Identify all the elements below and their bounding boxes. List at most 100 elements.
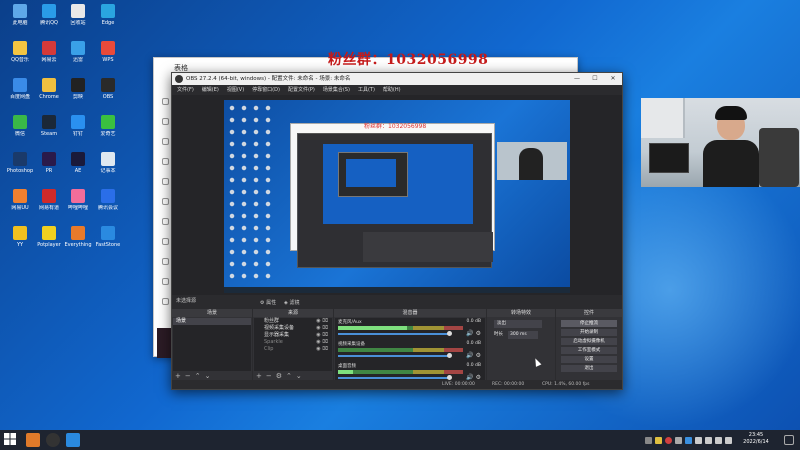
close-icon[interactable]: ✕ — [604, 73, 622, 85]
source-item[interactable]: Clip ◉ ⌧ — [254, 346, 332, 353]
desktop-shortcut[interactable]: 网易UU — [4, 189, 36, 221]
control-button[interactable]: 停止推流 — [561, 320, 617, 327]
side-tool-icon[interactable] — [162, 98, 169, 105]
tray-icon[interactable] — [675, 436, 682, 444]
tray-icon[interactable] — [685, 436, 692, 444]
desktop-shortcut[interactable]: 记事本 — [92, 152, 124, 184]
visibility-lock-icon[interactable]: ◉ ⌧ — [316, 332, 328, 339]
menu-item[interactable]: 配置文件(P) — [288, 85, 315, 95]
properties-button[interactable]: ⚙ 属性 — [260, 298, 276, 309]
notification-icon[interactable] — [784, 435, 794, 445]
tray-icon[interactable] — [695, 436, 702, 444]
volume-icon[interactable] — [715, 436, 722, 444]
desktop-shortcut[interactable]: Steam — [33, 115, 65, 147]
side-tool-icon[interactable] — [162, 278, 169, 285]
move-down-icon[interactable]: ⌄ — [296, 372, 306, 380]
desktop-shortcut[interactable]: Everything — [62, 226, 94, 258]
tray-icon[interactable] — [655, 436, 662, 444]
menu-item[interactable]: 场景集合(S) — [323, 85, 350, 95]
visibility-lock-icon[interactable]: ◉ ⌧ — [316, 325, 328, 332]
control-button[interactable]: 开始录制 — [561, 329, 617, 336]
move-up-icon[interactable]: ⌃ — [286, 372, 296, 380]
desktop-shortcut[interactable]: 百度网盘 — [4, 78, 36, 110]
desktop-shortcut[interactable]: 迅雷 — [62, 41, 94, 73]
menu-item[interactable]: 文件(F) — [177, 85, 194, 95]
visibility-lock-icon[interactable]: ◉ ⌧ — [316, 346, 328, 353]
move-down-icon[interactable]: ⌄ — [205, 372, 215, 380]
desktop-shortcut[interactable]: 腾讯QQ — [33, 4, 65, 36]
side-tool-icon[interactable] — [162, 118, 169, 125]
maximize-icon[interactable]: ☐ — [586, 73, 604, 85]
mute-settings-icon[interactable]: 🔊 ⚙ — [466, 352, 481, 359]
desktop-shortcut[interactable]: 钉钉 — [62, 115, 94, 147]
desktop-shortcut[interactable]: 微信 — [4, 115, 36, 147]
menu-item[interactable]: 视图(V) — [227, 85, 244, 95]
move-up-icon[interactable]: ⌃ — [195, 372, 205, 380]
desktop-shortcut[interactable]: 哔哩哔哩 — [62, 189, 94, 221]
source-item[interactable]: 粉丝群 ◉ ⌧ — [254, 318, 332, 325]
minimize-icon[interactable]: — — [568, 73, 586, 85]
source-settings-icon[interactable]: ⚙ — [276, 372, 286, 380]
network-icon[interactable] — [705, 436, 712, 444]
visibility-lock-icon[interactable]: ◉ ⌧ — [316, 318, 328, 325]
menu-item[interactable]: 工具(T) — [358, 85, 375, 95]
taskbar-app-icon[interactable] — [26, 433, 40, 447]
ime-icon[interactable] — [725, 436, 732, 444]
remove-source-icon[interactable]: − — [266, 372, 276, 380]
obs-titlebar[interactable]: OBS 27.2.4 (64-bit, windows) - 配置文件: 未命名… — [172, 73, 622, 85]
source-item[interactable]: Sparkle ◉ ⌧ — [254, 339, 332, 346]
source-item[interactable]: 视频采集设备 ◉ ⌧ — [254, 325, 332, 332]
taskbar-obs-icon[interactable] — [46, 433, 60, 447]
desktop-shortcut[interactable]: 爱奇艺 — [92, 115, 124, 147]
side-tool-icon[interactable] — [162, 198, 169, 205]
volume-slider-handle[interactable] — [447, 331, 452, 336]
desktop-shortcut[interactable]: Potplayer — [33, 226, 65, 258]
side-tool-icon[interactable] — [162, 298, 169, 305]
add-scene-icon[interactable]: + — [175, 372, 185, 380]
transition-select[interactable]: 淡出 — [494, 320, 542, 328]
taskbar-browser-icon[interactable] — [66, 433, 80, 447]
desktop-shortcut[interactable]: Photoshop — [4, 152, 36, 184]
tray-icon[interactable] — [665, 436, 672, 444]
desktop-shortcut[interactable]: 腾讯会议 — [92, 189, 124, 221]
desktop-shortcut[interactable]: QQ音乐 — [4, 41, 36, 73]
visibility-lock-icon[interactable]: ◉ ⌧ — [316, 339, 328, 346]
side-tool-icon[interactable] — [162, 158, 169, 165]
menu-item[interactable]: 编辑(E) — [202, 85, 219, 95]
desktop-shortcut[interactable]: 网易有道 — [33, 189, 65, 221]
control-button[interactable]: 设置 — [561, 356, 617, 363]
side-tool-icon[interactable] — [162, 218, 169, 225]
volume-slider-handle[interactable] — [447, 353, 452, 358]
control-button[interactable]: 启动虚拟摄像机 — [561, 338, 617, 345]
desktop-shortcut[interactable]: 网易云 — [33, 41, 65, 73]
desktop-shortcut[interactable]: OBS — [92, 78, 124, 110]
desktop-shortcut[interactable]: FastStone — [92, 226, 124, 258]
taskbar-clock[interactable]: 23:45 2022/6/14 — [740, 432, 772, 446]
volume-slider[interactable] — [338, 355, 450, 357]
desktop-shortcut[interactable]: 回收站 — [62, 4, 94, 36]
desktop-shortcut[interactable]: PR — [33, 152, 65, 184]
side-tool-icon[interactable] — [162, 258, 169, 265]
desktop-shortcut[interactable]: YY — [4, 226, 36, 258]
side-tool-icon[interactable] — [162, 178, 169, 185]
desktop-shortcut[interactable]: WPS — [92, 41, 124, 73]
source-item[interactable]: 显示器采集 ◉ ⌧ — [254, 332, 332, 339]
control-button[interactable]: 工作室模式 — [561, 347, 617, 354]
desktop-shortcut[interactable]: 剪映 — [62, 78, 94, 110]
add-source-icon[interactable]: + — [256, 372, 266, 380]
volume-slider[interactable] — [338, 333, 450, 335]
desktop-shortcut[interactable]: AE — [62, 152, 94, 184]
control-button[interactable]: 退出 — [561, 365, 617, 372]
menu-item[interactable]: 帮助(H) — [383, 85, 401, 95]
scene-item[interactable]: 场景 — [173, 318, 251, 325]
side-tool-icon[interactable] — [162, 238, 169, 245]
side-tool-icon[interactable] — [162, 138, 169, 145]
desktop-shortcut[interactable]: 此电脑 — [4, 4, 36, 36]
filters-button[interactable]: ◈ 滤镜 — [284, 298, 299, 309]
volume-slider[interactable] — [338, 377, 450, 379]
duration-input[interactable]: 300 ms — [508, 331, 538, 339]
remove-scene-icon[interactable]: − — [185, 372, 195, 380]
mute-settings-icon[interactable]: 🔊 ⚙ — [466, 330, 481, 337]
obs-preview-canvas[interactable]: 粉丝群：1032056998 — [224, 100, 570, 293]
desktop-shortcut[interactable]: Chrome — [33, 78, 65, 110]
